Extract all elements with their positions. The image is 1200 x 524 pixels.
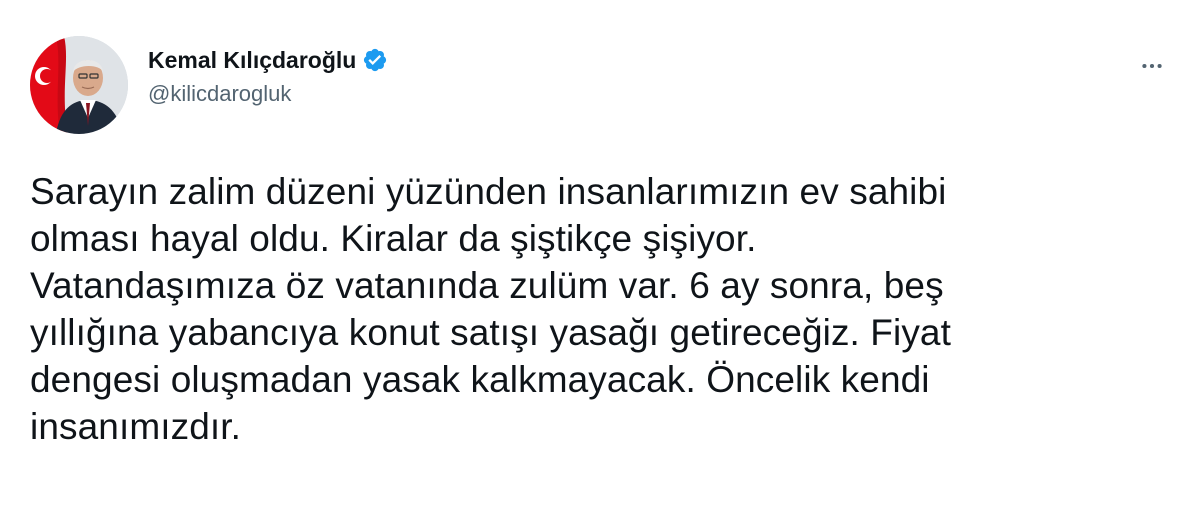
tweet-text: Sarayın zalim düzeni yüzünden insanlarım… [30, 171, 951, 447]
handle[interactable]: @kilicdarogluk [148, 80, 388, 108]
avatar[interactable] [30, 36, 128, 134]
verified-badge-icon [362, 47, 388, 73]
more-options-button[interactable] [1132, 46, 1172, 86]
more-options-icon [1142, 63, 1162, 69]
tweet-card: Kemal Kılıçdaroğlu @kilicdarogluk Sarayı… [0, 0, 1200, 524]
name-row[interactable]: Kemal Kılıçdaroğlu [148, 46, 388, 74]
display-name[interactable]: Kemal Kılıçdaroğlu [148, 46, 356, 74]
author-info: Kemal Kılıçdaroğlu @kilicdarogluk [148, 46, 388, 108]
profile-photo-icon [30, 36, 128, 134]
